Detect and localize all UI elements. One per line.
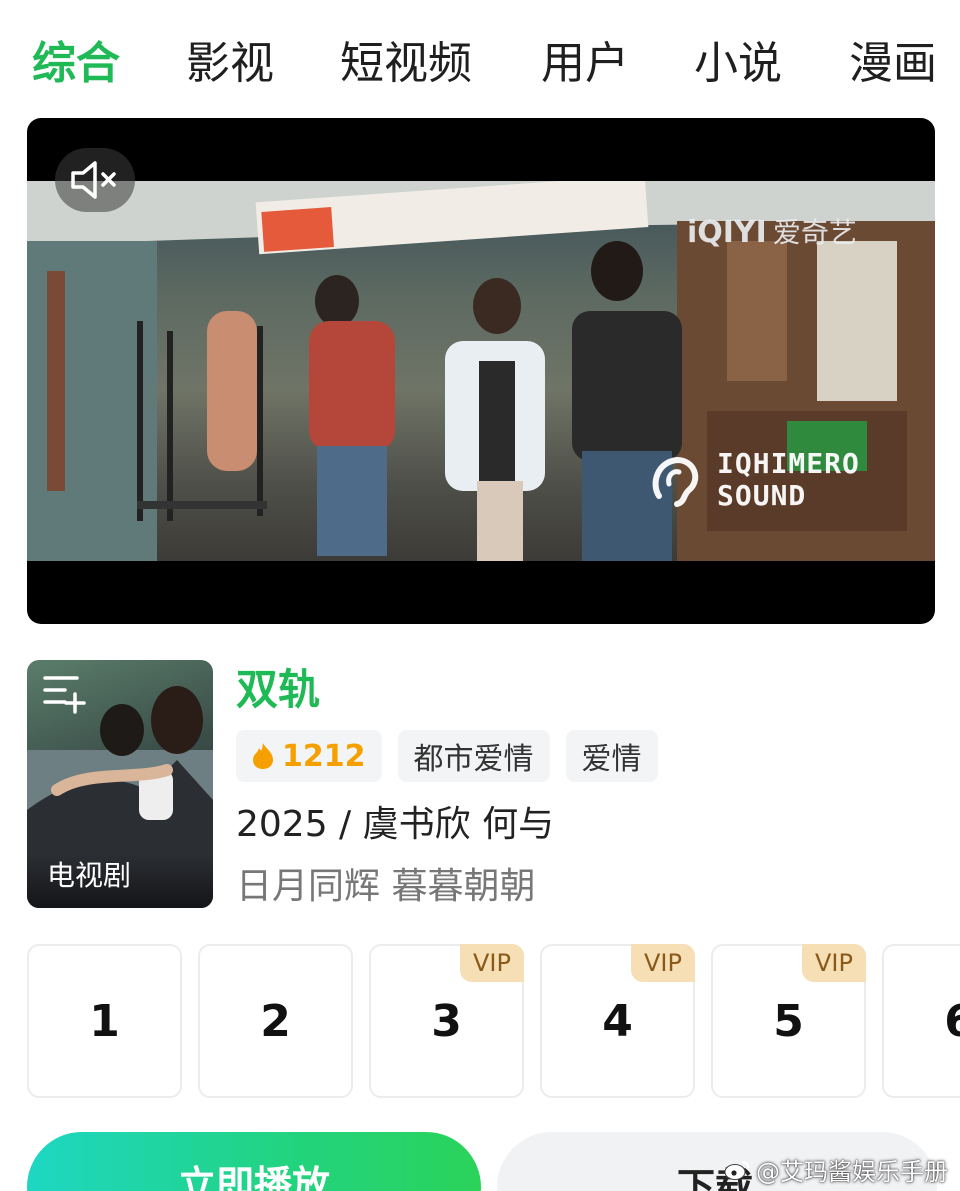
episode-button[interactable]: 5 VIP bbox=[711, 944, 866, 1098]
episode-button[interactable]: 2 bbox=[198, 944, 353, 1098]
iqhimero-sound-logo: IQHIMERO SOUND bbox=[647, 448, 860, 512]
flame-icon bbox=[253, 743, 273, 769]
tab-all[interactable]: 综合 bbox=[32, 34, 120, 94]
weibo-logo-icon bbox=[724, 1160, 750, 1180]
episode-button[interactable]: 3 VIP bbox=[369, 944, 524, 1098]
mute-button[interactable] bbox=[55, 148, 135, 212]
tag-chip[interactable]: 爱情 bbox=[565, 730, 658, 782]
poster-type-label: 电视剧 bbox=[27, 854, 213, 908]
tab-users[interactable]: 用户 bbox=[541, 34, 629, 94]
watermark: @艾玛酱娱乐手册 bbox=[724, 1152, 948, 1187]
show-alias: 日月同辉 暮暮朝朝 bbox=[236, 866, 536, 907]
iqiyi-logo: iQIYI 爱奇艺 bbox=[687, 215, 857, 250]
speaker-muted-icon bbox=[71, 161, 116, 199]
add-to-list-icon[interactable] bbox=[43, 674, 87, 714]
vip-badge: VIP bbox=[802, 944, 866, 982]
tab-comics[interactable]: 漫画 bbox=[849, 34, 937, 94]
heat-value: 1212 bbox=[282, 738, 366, 774]
episode-button[interactable]: 4 VIP bbox=[540, 944, 695, 1098]
tab-novels[interactable]: 小说 bbox=[694, 34, 782, 94]
category-tabs: 综合 影视 短视频 用户 小说 漫画 bbox=[0, 0, 960, 110]
vip-badge: VIP bbox=[631, 944, 695, 982]
episode-button[interactable]: 1 bbox=[27, 944, 182, 1098]
sound-logo-line1: IQHIMERO bbox=[717, 447, 860, 480]
show-poster[interactable]: 电视剧 bbox=[27, 660, 213, 908]
video-player[interactable]: iQIYI 爱奇艺 IQHIMERO SOUND bbox=[27, 118, 935, 624]
show-meta: 2025 / 虞书欣 何与 bbox=[236, 804, 555, 845]
heat-badge: 1212 bbox=[236, 730, 382, 782]
show-title[interactable]: 双轨 bbox=[236, 662, 320, 718]
episode-button[interactable]: 6 bbox=[882, 944, 960, 1098]
play-now-button[interactable]: 立即播放 bbox=[27, 1132, 481, 1191]
ear-logo-icon bbox=[652, 456, 699, 507]
episode-list: 1 2 3 VIP 4 VIP 5 VIP 6 bbox=[27, 944, 960, 1100]
vip-badge: VIP bbox=[460, 944, 524, 982]
tag-row: 1212 都市爱情 爱情 bbox=[236, 730, 658, 782]
sound-logo-line2: SOUND bbox=[717, 479, 807, 512]
tab-short-video[interactable]: 短视频 bbox=[340, 34, 472, 94]
tab-film-tv[interactable]: 影视 bbox=[186, 34, 274, 94]
tag-chip[interactable]: 都市爱情 bbox=[397, 730, 550, 782]
